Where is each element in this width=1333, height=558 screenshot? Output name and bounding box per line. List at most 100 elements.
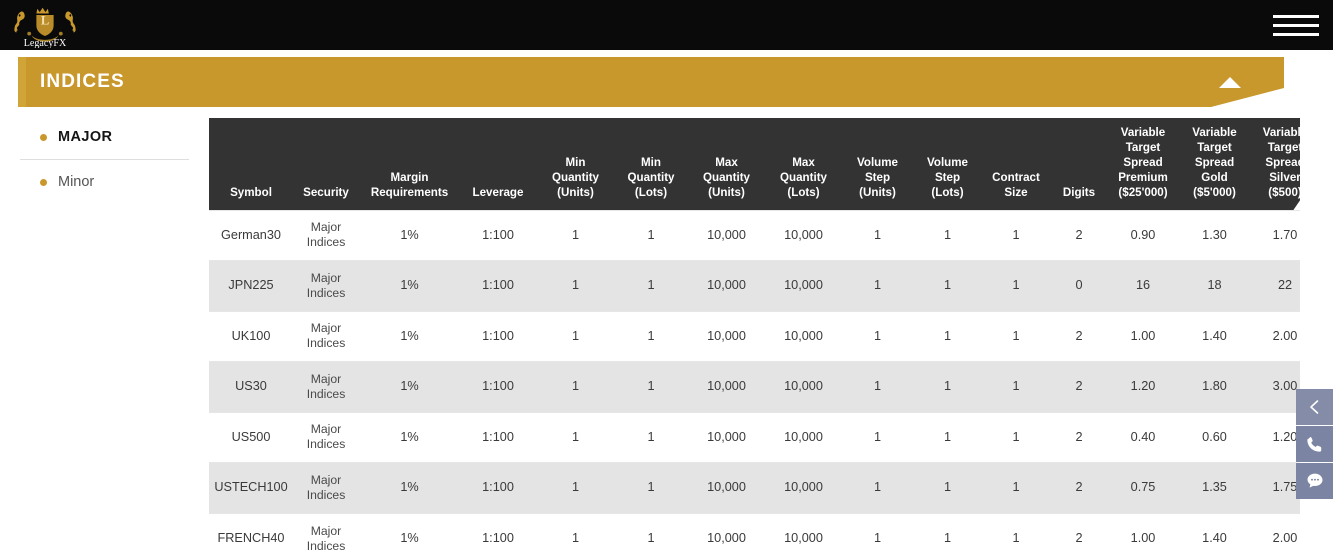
cell-contract-size: 1 (981, 411, 1051, 463)
call-us-button[interactable] (1296, 426, 1333, 462)
table-row[interactable]: FRENCH40 Major Indices 1% 1:100 1 1 10,000 10,00… (209, 512, 1300, 558)
cell-digits: 2 (1051, 310, 1107, 362)
column-header-margin[interactable]: Margin Requirements (359, 118, 460, 210)
column-header-line: (Units) (708, 185, 745, 199)
column-header-line: Quantity (627, 170, 675, 184)
cell-digits: 2 (1051, 512, 1107, 558)
cell-vol-step-lots: 1 (914, 462, 981, 513)
column-header-digits[interactable]: Digits (1051, 118, 1107, 210)
table-row[interactable]: JPN225 Major Indices 1% 1:100 1 1 10,000 10,000 1… (209, 260, 1300, 311)
cell-vol-step-lots: 1 (914, 411, 981, 463)
cell-spread-premium: 1.20 (1107, 361, 1179, 412)
table-row[interactable]: US500 Major Indices 1% 1:100 1 1 10,000 10,000 1 1… (209, 411, 1300, 463)
column-header-line: Min (641, 156, 661, 170)
cell-spread-premium: 0.40 (1107, 411, 1179, 463)
instruments-table-container[interactable]: Symbol Security Margin Requirements Lever… (209, 118, 1300, 558)
column-header-line: Target (1267, 141, 1300, 155)
column-header-min-qty-lots[interactable]: Min Quantity (Lots) (615, 118, 687, 210)
cell-min-qty-units: 1 (536, 310, 615, 362)
cell-max-qty-units: 10,000 (687, 512, 766, 558)
cell-min-qty-units: 1 (536, 411, 615, 463)
column-header-max-qty-units[interactable]: Max Quantity (Units) (687, 118, 766, 210)
chevron-up-icon[interactable] (1218, 76, 1242, 89)
cell-vol-step-lots: 1 (914, 512, 981, 558)
cell-spread-premium: 0.75 (1107, 462, 1179, 513)
cell-min-qty-lots: 1 (615, 361, 687, 412)
table-row[interactable]: UK100 Major Indices 1% 1:100 1 1 10,000 10,000 1 1… (209, 310, 1300, 362)
column-header-line: Security (303, 185, 349, 199)
table-row[interactable]: German30 Major Indices 1% 1:100 1 1 10,000 10,00… (209, 209, 1300, 261)
column-header-min-qty-units[interactable]: Min Quantity (Units) (536, 118, 615, 210)
hamburger-bar (1273, 23, 1319, 27)
sidebar-item-minor[interactable]: Minor (0, 163, 205, 201)
collapse-rail-button[interactable] (1296, 389, 1333, 425)
sidebar-item-major[interactable]: MAJOR (0, 118, 205, 156)
cell-min-qty-units: 1 (536, 462, 615, 513)
svg-text:LegacyFX: LegacyFX (24, 38, 67, 48)
cell-max-qty-units: 10,000 (687, 310, 766, 362)
column-header-line: (Units) (859, 185, 896, 199)
table-row[interactable]: US30 Major Indices 1% 1:100 1 1 10,000 10,000 1 1 1… (209, 361, 1300, 412)
column-header-vol-step-units[interactable]: Volume Step (Units) (841, 118, 914, 210)
cell-vol-step-lots: 1 (914, 361, 981, 412)
cell-symbol: JPN225 (209, 260, 293, 311)
cell-vol-step-units: 1 (841, 512, 914, 558)
column-header-line: Target (1197, 141, 1232, 155)
cell-symbol: USTECH100 (209, 462, 293, 513)
cell-spread-silver: 1.70 (1250, 209, 1300, 261)
column-header-contract-size[interactable]: Contract Size (981, 118, 1051, 210)
column-header-leverage[interactable]: Leverage (460, 118, 536, 210)
table-header-row: Symbol Security Margin Requirements Lever… (209, 118, 1300, 210)
cell-min-qty-units: 1 (536, 260, 615, 311)
column-header-vol-step-lots[interactable]: Volume Step (Lots) (914, 118, 981, 210)
rail-separator (1296, 462, 1333, 463)
cell-max-qty-units: 10,000 (687, 361, 766, 412)
column-header-line: Volume (856, 156, 898, 170)
column-header-security[interactable]: Security (293, 118, 359, 210)
cell-spread-gold: 1.40 (1179, 310, 1250, 362)
cell-vol-step-lots: 1 (914, 209, 981, 261)
cell-spread-silver: 3.00 (1250, 361, 1300, 412)
column-header-line: Requirements (370, 185, 449, 199)
bullet-icon (40, 178, 47, 186)
cell-min-qty-lots: 1 (615, 209, 687, 261)
cell-margin: 1% (359, 260, 460, 311)
section-title: INDICES (40, 71, 125, 92)
cell-min-qty-lots: 1 (615, 260, 687, 311)
cell-vol-step-lots: 1 (914, 260, 981, 311)
column-header-line: ($500) (1268, 185, 1300, 199)
cell-contract-size: 1 (981, 260, 1051, 311)
brand-logo[interactable]: L LegacyFX (0, 0, 84, 50)
cell-spread-silver: 2.00 (1250, 310, 1300, 362)
column-header-line: Min (565, 156, 586, 170)
hamburger-menu-icon[interactable] (1273, 14, 1319, 36)
cell-leverage: 1:100 (460, 512, 536, 558)
cell-contract-size: 1 (981, 310, 1051, 362)
indices-section-banner[interactable]: INDICES (26, 57, 1284, 107)
cell-contract-size: 1 (981, 361, 1051, 412)
cell-leverage: 1:100 (460, 209, 536, 261)
live-chat-button[interactable] (1296, 463, 1333, 499)
table-row[interactable]: USTECH100 Major Indices 1% 1:100 1 1 10,000 10,0… (209, 462, 1300, 513)
cell-margin: 1% (359, 361, 460, 412)
cell-margin: 1% (359, 310, 460, 362)
cell-max-qty-units: 10,000 (687, 462, 766, 513)
cell-margin: 1% (359, 209, 460, 261)
cell-security: Major Indices (293, 209, 359, 261)
column-header-spread-silver[interactable]: VariableTargetSpreadSilver($500) (1250, 118, 1300, 210)
cell-digits: 2 (1051, 209, 1107, 261)
cell-max-qty-lots: 10,000 (766, 462, 841, 513)
column-header-spread-premium[interactable]: Variable Target Spread Premium ($25'000) (1107, 118, 1179, 210)
column-header-spread-gold[interactable]: Variable Target Spread Gold ($5'000) (1179, 118, 1250, 210)
cell-min-qty-lots: 1 (615, 411, 687, 463)
column-header-line: (Lots) (787, 185, 820, 199)
section-banner-row: INDICES (0, 57, 1333, 109)
column-header-line: Step (864, 170, 891, 184)
column-header-symbol[interactable]: Symbol (209, 118, 293, 210)
column-header-line: Spread (1265, 156, 1300, 170)
column-header-line: Quantity (551, 170, 600, 184)
cell-spread-gold: 18 (1179, 260, 1250, 311)
cell-leverage: 1:100 (460, 361, 536, 412)
column-header-max-qty-lots[interactable]: Max Quantity (Lots) (766, 118, 841, 210)
category-sidebar: MAJOR Minor (0, 118, 205, 201)
